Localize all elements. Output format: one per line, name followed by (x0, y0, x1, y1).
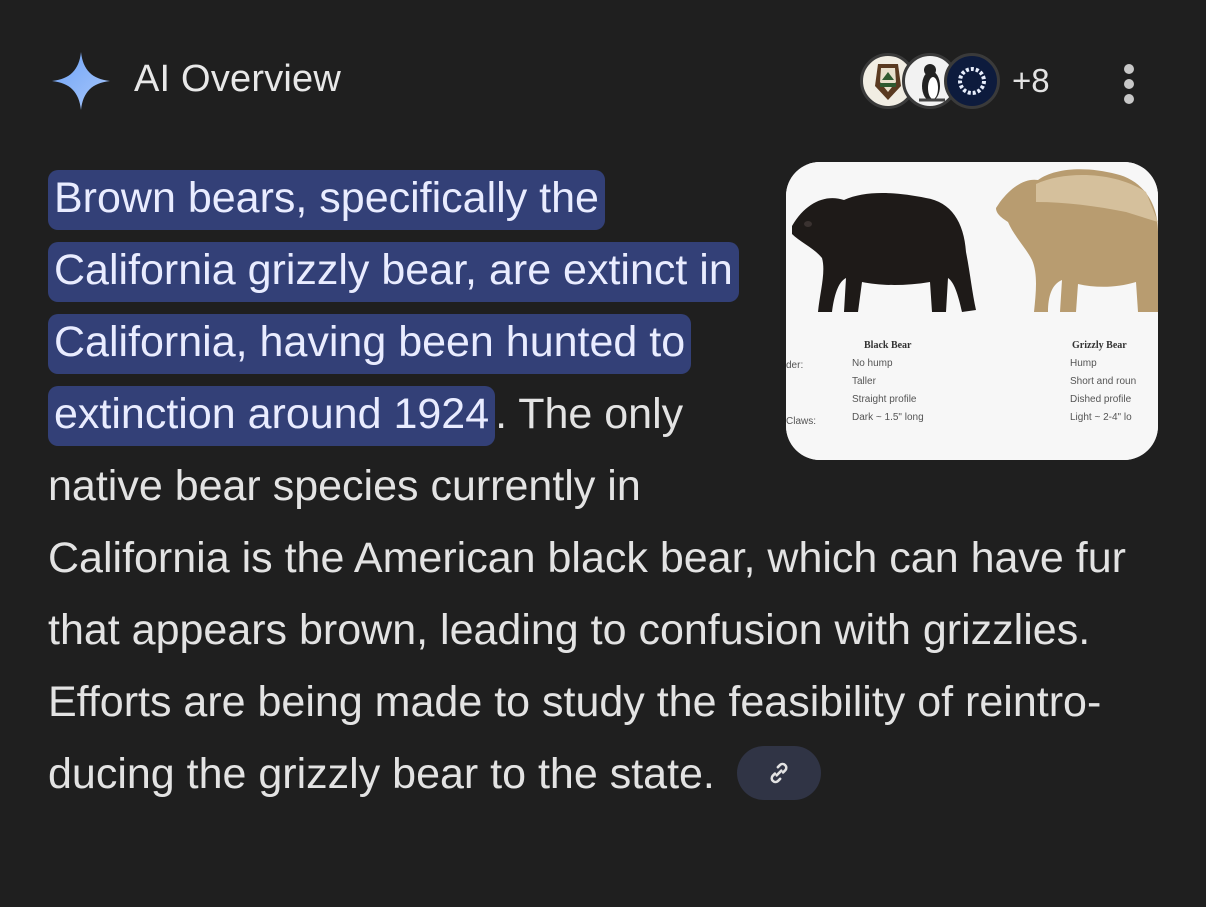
more-vert-icon[interactable] (1116, 56, 1146, 112)
row-label-2: Claws: (786, 416, 816, 427)
sparkle-icon (52, 52, 110, 110)
link-button[interactable] (736, 745, 821, 800)
grizzly-line-3: Dished profile (1070, 394, 1132, 405)
black-line-4: Dark ~ 1.5" long (852, 412, 924, 423)
more-sources-count[interactable]: +8 (1012, 62, 1050, 100)
bear-comparison-image[interactable]: Black Bear No hump Taller Straight profi… (786, 162, 1158, 460)
sources-stack[interactable]: +8 (860, 48, 1050, 114)
black-line-1: No hump (852, 358, 893, 369)
grizzly-line-2: Short and roun (1070, 376, 1136, 387)
ai-overview-header: AI Overview +8 (50, 48, 1160, 118)
row-label-1: der: (786, 360, 803, 371)
grizzly-line-1: Hump (1070, 358, 1097, 369)
grizzly-heading: Grizzly Bear (1072, 340, 1127, 351)
link-icon (770, 762, 788, 783)
black-line-2: Taller (852, 376, 877, 387)
black-bear-heading: Black Bear (864, 340, 912, 351)
circle-logo-icon[interactable] (944, 53, 1000, 109)
ai-overview-title: AI Overview (134, 58, 342, 100)
grizzly-line-4: Light ~ 2-4" lo (1070, 412, 1132, 423)
overview-body: Black Bear No hump Taller Straight profi… (48, 162, 1158, 810)
black-line-3: Straight profile (852, 394, 917, 405)
bear-comparison-graphic: Black Bear No hump Taller Straight profi… (786, 162, 1158, 460)
